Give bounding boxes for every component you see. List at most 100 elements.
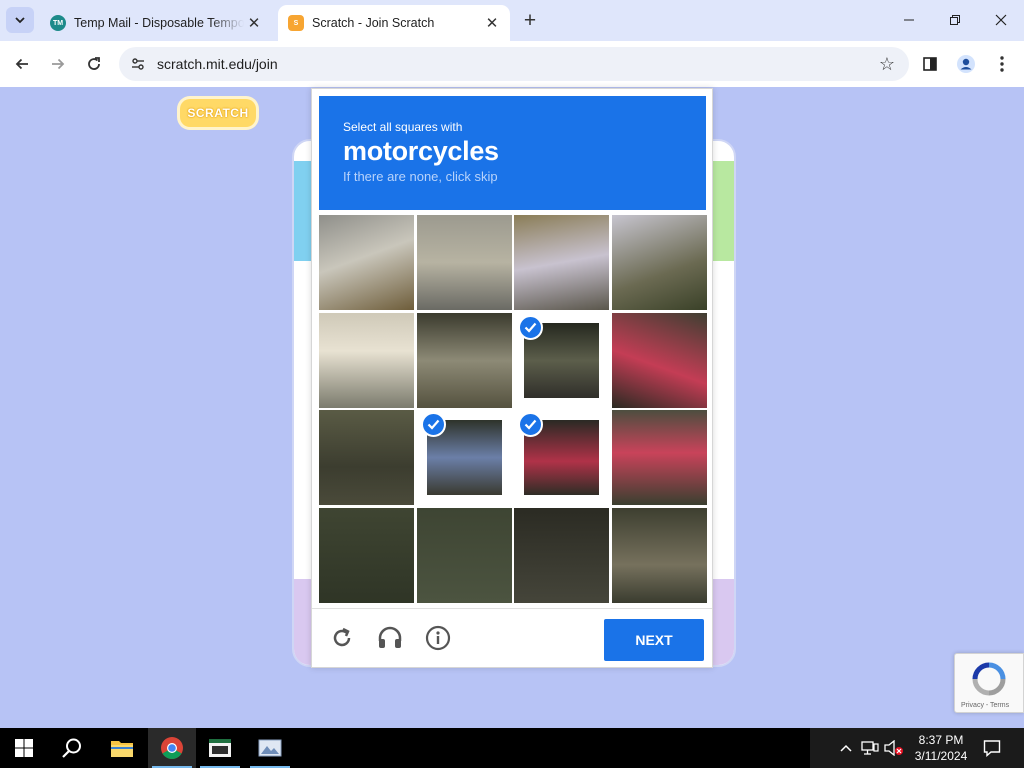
restore-icon <box>950 15 960 25</box>
minimize-icon <box>904 19 914 21</box>
folder-icon <box>111 741 133 757</box>
back-button[interactable] <box>8 50 36 78</box>
recaptcha-logo-icon <box>972 662 1006 696</box>
chrome-icon <box>161 737 183 759</box>
challenge-instruction: Select all squares with <box>343 120 463 134</box>
side-panel-button[interactable] <box>916 50 944 78</box>
challenge-hint: If there are none, click skip <box>343 169 498 184</box>
tab-title: Temp Mail - Disposable Temporary Email <box>74 16 244 30</box>
tile-image <box>319 410 414 506</box>
arrow-right-icon <box>52 58 65 70</box>
site-info-icon[interactable] <box>125 51 151 77</box>
tab-temp-mail[interactable]: TM Temp Mail - Disposable Temporary Emai… <box>40 5 272 41</box>
captcha-tile[interactable] <box>612 215 707 310</box>
restore-button[interactable] <box>932 0 978 40</box>
minimize-button[interactable] <box>886 0 932 40</box>
network-icon[interactable] <box>860 738 880 758</box>
tile-image <box>612 410 707 506</box>
start-button[interactable] <box>0 728 48 768</box>
close-icon <box>995 14 1007 26</box>
close-tab-icon[interactable]: ✕ <box>482 13 502 33</box>
clock[interactable]: 8:37 PM 3/11/2024 <box>906 732 976 764</box>
captcha-tile[interactable] <box>612 312 707 408</box>
headphones-icon <box>378 626 402 648</box>
menu-button[interactable] <box>988 50 1016 78</box>
url-text: scratch.mit.edu/join <box>157 56 278 72</box>
tile-image <box>416 215 512 310</box>
recaptcha-links[interactable]: Privacy - Terms <box>961 702 1009 709</box>
challenge-header: Select all squares with motorcycles If t… <box>319 96 706 210</box>
info-icon <box>425 625 451 651</box>
recaptcha-badge[interactable]: Privacy - Terms <box>954 653 1024 713</box>
tab-search-button[interactable] <box>6 7 34 33</box>
captcha-tile[interactable] <box>319 215 414 310</box>
captcha-tile[interactable] <box>319 410 414 506</box>
challenge-target: motorcycles <box>343 136 499 166</box>
side-panel-icon <box>923 57 937 71</box>
captcha-tile[interactable] <box>612 508 707 603</box>
reload-challenge-button[interactable] <box>328 624 356 652</box>
close-tab-icon[interactable]: ✕ <box>244 13 264 33</box>
new-tab-button[interactable]: + <box>518 9 542 33</box>
image-viewer-icon <box>258 739 282 757</box>
captcha-tile[interactable] <box>514 313 609 408</box>
audio-challenge-button[interactable] <box>376 624 404 652</box>
tile-image <box>612 508 707 603</box>
bookmark-star-icon[interactable]: ☆ <box>879 54 895 74</box>
scratch-logo[interactable]: SCRATCH <box>180 99 256 127</box>
forward-button[interactable] <box>44 50 72 78</box>
captcha-tile[interactable] <box>416 508 512 603</box>
tile-image <box>514 215 610 310</box>
profile-icon <box>957 55 975 73</box>
next-button[interactable]: NEXT <box>604 619 704 661</box>
tile-image <box>612 215 707 310</box>
captcha-tile[interactable] <box>514 410 609 505</box>
captcha-tile[interactable] <box>319 508 414 603</box>
tile-image <box>319 215 414 310</box>
challenge-footer: NEXT <box>312 608 712 669</box>
volume-muted-icon[interactable] <box>884 738 904 758</box>
tab-scratch[interactable]: S Scratch - Join Scratch ✕ <box>278 5 510 41</box>
app-window-button[interactable] <box>246 728 294 768</box>
notifications-icon[interactable] <box>982 738 1002 758</box>
chevron-down-icon <box>15 17 25 24</box>
chevron-up-icon[interactable] <box>836 738 856 758</box>
captcha-tile[interactable] <box>416 215 512 310</box>
checkmark-icon <box>518 314 544 340</box>
file-explorer-button[interactable] <box>98 728 146 768</box>
reload-button[interactable] <box>80 50 108 78</box>
system-tray: 8:37 PM 3/11/2024 <box>810 728 1024 768</box>
search-button[interactable] <box>48 728 96 768</box>
captcha-tile[interactable] <box>612 410 707 506</box>
recaptcha-challenge: Select all squares with motorcycles If t… <box>311 88 713 668</box>
profile-button[interactable] <box>952 50 980 78</box>
image-grid <box>319 215 707 603</box>
scratch-cat-icon: S <box>288 15 304 31</box>
chrome-button[interactable] <box>148 728 196 768</box>
tile-image <box>416 312 512 408</box>
modal-illustration <box>710 161 734 261</box>
windows-logo-icon <box>15 739 33 757</box>
app-window-button[interactable] <box>196 728 244 768</box>
terminal-window-icon <box>209 739 231 757</box>
kebab-menu-icon <box>1000 56 1004 72</box>
close-window-button[interactable] <box>978 0 1024 40</box>
tab-title: Scratch - Join Scratch <box>312 16 435 30</box>
help-button[interactable] <box>424 624 452 652</box>
tile-image <box>514 508 610 603</box>
taskbar: 8:37 PM 3/11/2024 <box>0 728 1024 768</box>
captcha-tile[interactable] <box>319 312 414 408</box>
reload-icon <box>88 57 100 70</box>
captcha-tile[interactable] <box>514 215 610 310</box>
captcha-tile[interactable] <box>514 508 610 603</box>
tile-image <box>612 312 707 408</box>
reload-icon <box>333 627 351 647</box>
address-bar[interactable]: scratch.mit.edu/join ☆ <box>119 47 909 81</box>
tile-image <box>416 508 512 603</box>
clock-time: 8:37 PM <box>918 733 964 747</box>
captcha-tile[interactable] <box>416 312 512 408</box>
checkmark-icon <box>420 412 446 438</box>
browser-toolbar: scratch.mit.edu/join ☆ <box>0 41 1024 87</box>
captcha-tile[interactable] <box>417 410 512 505</box>
arrow-left-icon <box>15 58 28 70</box>
